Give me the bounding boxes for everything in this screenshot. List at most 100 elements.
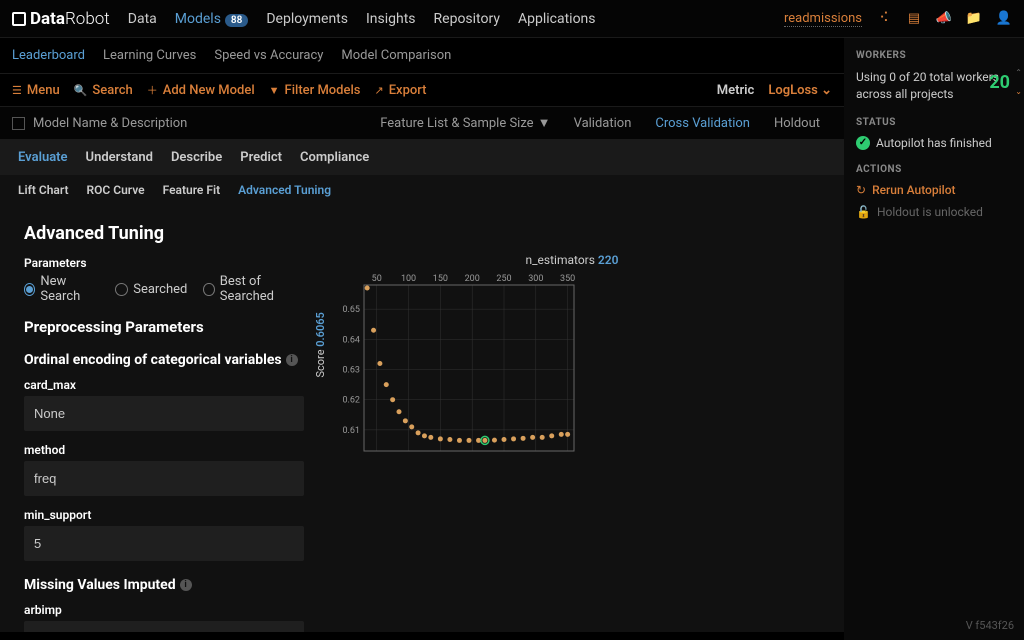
share-icon[interactable]: ⠪ — [876, 11, 892, 27]
parameters-label: Parameters — [24, 256, 304, 270]
svg-text:150: 150 — [433, 274, 448, 284]
metric-dropdown[interactable]: LogLoss ⌄ — [768, 83, 832, 98]
col-name[interactable]: Model Name & Description — [33, 116, 187, 131]
svg-text:250: 250 — [496, 274, 511, 284]
chevron-up-icon[interactable]: ⌃ — [1015, 68, 1022, 77]
project-link[interactable]: readmissions — [784, 11, 862, 27]
book-icon[interactable]: ▤ — [906, 11, 922, 27]
actions-head: Actions — [856, 164, 1012, 175]
subnav-leaderboard[interactable]: Leaderboard — [12, 48, 85, 63]
subtab-lift-chart[interactable]: Lift Chart — [18, 183, 69, 197]
subnav-speed-accuracy[interactable]: Speed vs Accuracy — [214, 48, 323, 63]
topbar: DataRobot Data Models88 Deployments Insi… — [0, 0, 1024, 38]
label-min-support: min_support — [24, 508, 304, 522]
subnav-learning-curves[interactable]: Learning Curves — [103, 48, 196, 63]
svg-text:0.62: 0.62 — [342, 396, 360, 406]
sub-tabs: Lift Chart ROC Curve Feature Fit Advance… — [0, 175, 844, 205]
status-row: ✓Autopilot has finished — [856, 136, 1012, 150]
tab-predict[interactable]: Predict — [240, 150, 282, 165]
svg-text:50: 50 — [372, 274, 382, 284]
menu-button[interactable]: ☰Menu — [12, 83, 60, 98]
col-feature-list[interactable]: Feature List & Sample Size▼ — [368, 115, 561, 131]
y-axis-label: Score 0.6065 — [314, 312, 327, 377]
right-sidebar: Workers Using 0 of 20 total workers acro… — [844, 38, 1024, 640]
chart-title: n_estimators 220 — [324, 253, 820, 267]
col-cross-validation[interactable]: Cross Validation — [643, 116, 762, 131]
tuning-chart[interactable]: Score 0.6065 501001502002503003500.610.6… — [324, 271, 584, 471]
input-arbimp[interactable] — [24, 621, 304, 632]
rerun-autopilot-button[interactable]: ↻Rerun Autopilot — [856, 183, 1012, 197]
megaphone-icon[interactable]: 📣 — [936, 11, 952, 27]
tab-compliance[interactable]: Compliance — [300, 150, 369, 165]
info-icon[interactable]: i — [286, 354, 298, 366]
content: Advanced Tuning Parameters New Search Se… — [0, 205, 844, 632]
radio-best-searched[interactable]: Best of Searched — [203, 274, 304, 304]
nav-deployments[interactable]: Deployments — [266, 11, 348, 27]
svg-text:300: 300 — [528, 274, 543, 284]
filter-button[interactable]: ▼Filter Models — [269, 83, 361, 98]
svg-text:350: 350 — [560, 274, 575, 284]
version-label: V f543f26 — [966, 619, 1014, 632]
svg-text:0.63: 0.63 — [342, 366, 360, 376]
refresh-icon: ↻ — [856, 183, 866, 197]
menu-icon: ☰ — [12, 84, 22, 97]
user-icon[interactable]: 👤 — [996, 11, 1012, 27]
topbar-right: readmissions ⠪ ▤ 📣 📁 👤 — [784, 11, 1012, 27]
nav-models[interactable]: Models88 — [175, 11, 249, 27]
select-all-checkbox[interactable] — [12, 117, 25, 130]
search-button[interactable]: 🔍Search — [74, 83, 133, 98]
svg-text:0.61: 0.61 — [342, 426, 360, 436]
models-badge: 88 — [225, 14, 248, 27]
section-missing-values: Missing Values Imputedi — [24, 577, 304, 593]
detail-tabs: Evaluate Understand Describe Predict Com… — [0, 140, 844, 175]
svg-text:0.64: 0.64 — [342, 335, 360, 345]
input-card-max[interactable] — [24, 396, 304, 431]
add-model-button[interactable]: ＋Add New Model — [147, 82, 255, 98]
radio-new-search[interactable]: New Search — [24, 274, 99, 304]
nav-insights[interactable]: Insights — [366, 11, 416, 27]
page-title: Advanced Tuning — [24, 223, 304, 244]
export-button[interactable]: ↗Export — [374, 83, 426, 98]
subtab-roc-curve[interactable]: ROC Curve — [87, 183, 145, 197]
filter-icon: ▼ — [538, 115, 550, 127]
column-header: Model Name & Description Feature List & … — [0, 107, 844, 140]
folder-icon[interactable]: 📁 — [966, 11, 982, 27]
svg-text:200: 200 — [465, 274, 480, 284]
label-card-max: card_max — [24, 378, 304, 392]
status-head: Status — [856, 117, 1012, 128]
svg-text:0.65: 0.65 — [342, 305, 360, 315]
subtab-feature-fit[interactable]: Feature Fit — [163, 183, 221, 197]
col-validation[interactable]: Validation — [562, 116, 644, 131]
nav-applications[interactable]: Applications — [518, 11, 596, 27]
export-icon: ↗ — [374, 84, 383, 97]
workers-stepper[interactable]: ⌃⌄ — [1015, 68, 1022, 96]
logo-icon — [12, 12, 26, 26]
tab-understand[interactable]: Understand — [86, 150, 153, 165]
col-holdout[interactable]: Holdout — [762, 116, 832, 131]
workers-head: Workers — [856, 50, 1012, 61]
nav-data[interactable]: Data — [128, 11, 157, 27]
tab-describe[interactable]: Describe — [171, 150, 222, 165]
input-min-support[interactable] — [24, 526, 304, 561]
svg-text:100: 100 — [401, 274, 416, 284]
chevron-down-icon: ⌄ — [821, 83, 832, 98]
logo[interactable]: DataRobot — [12, 9, 110, 29]
funnel-icon: ▼ — [269, 84, 280, 97]
radio-searched[interactable]: Searched — [115, 274, 187, 304]
lock-open-icon: 🔓 — [856, 205, 871, 219]
check-icon: ✓ — [856, 136, 870, 150]
metric-label: Metric — [717, 83, 755, 98]
info-icon[interactable]: i — [180, 579, 192, 591]
subtab-advanced-tuning[interactable]: Advanced Tuning — [238, 183, 331, 197]
input-method[interactable] — [24, 461, 304, 496]
subnav-model-comparison[interactable]: Model Comparison — [341, 48, 451, 63]
tab-evaluate[interactable]: Evaluate — [18, 150, 68, 165]
label-arbimp: arbimp — [24, 603, 304, 617]
section-ordinal-encoding: Ordinal encoding of categorical variable… — [24, 352, 304, 368]
workers-count: 20 — [989, 72, 1010, 93]
search-icon: 🔍 — [74, 84, 88, 97]
subnav: Leaderboard Learning Curves Speed vs Acc… — [0, 38, 844, 74]
chevron-down-icon[interactable]: ⌄ — [1015, 87, 1022, 96]
label-method: method — [24, 443, 304, 457]
nav-repository[interactable]: Repository — [434, 11, 500, 27]
